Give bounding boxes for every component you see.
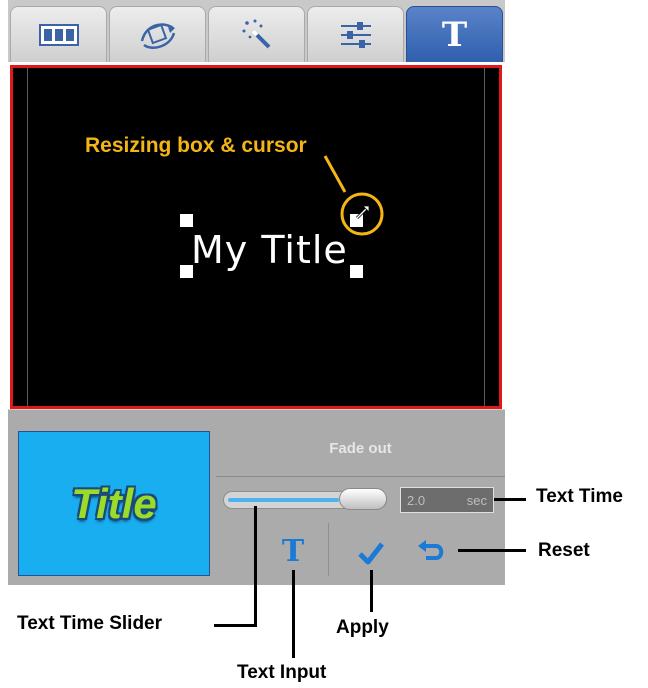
- resize-handle-top-left[interactable]: [180, 214, 193, 227]
- transition-icon: [140, 22, 175, 49]
- button-separator: [328, 523, 329, 576]
- text-time-pointer: [494, 498, 526, 501]
- title-text-overlay[interactable]: My Title: [191, 228, 348, 272]
- text-time-unit: sec: [466, 493, 487, 508]
- text-input-annotation: Text Input: [237, 662, 327, 683]
- slider-pointer-vertical: [254, 506, 257, 626]
- undo-icon: [418, 540, 444, 560]
- panel-divider: [216, 476, 505, 477]
- text-time-slider-annotation: Text Time Slider: [17, 613, 163, 634]
- text-icon: T: [441, 14, 468, 55]
- slider-fill: [228, 498, 339, 502]
- text-time-field[interactable]: 2.0 sec: [400, 487, 494, 513]
- tab-transition[interactable]: [109, 6, 206, 62]
- text-input-icon: T: [281, 533, 305, 569]
- video-preview[interactable]: Resizing box & cursor My Title: [10, 65, 502, 409]
- title-style-thumbnail[interactable]: Title: [18, 431, 210, 576]
- thumbnail-title-text: Title: [71, 479, 157, 527]
- resize-diagonal-icon: [355, 204, 371, 220]
- slider-thumb[interactable]: [339, 488, 387, 510]
- apply-annotation: Apply: [336, 617, 389, 638]
- fade-out-label: Fade out: [329, 440, 392, 457]
- apply-pointer: [370, 570, 373, 612]
- text-input-button[interactable]: T: [276, 533, 310, 569]
- reset-annotation: Reset: [538, 540, 590, 561]
- resize-handle-bottom-right[interactable]: [350, 265, 363, 278]
- text-input-pointer: [292, 570, 295, 658]
- tab-text[interactable]: T: [406, 6, 503, 62]
- sliders-icon: [340, 21, 371, 48]
- reset-button[interactable]: [412, 534, 452, 568]
- tab-effects[interactable]: [208, 6, 305, 62]
- tab-adjust[interactable]: [307, 6, 404, 62]
- slider-pointer-horizontal: [214, 624, 257, 627]
- checkmark-icon: [358, 542, 384, 565]
- magic-wand-icon: [242, 19, 270, 48]
- text-time-value: 2.0: [407, 493, 426, 508]
- filmstrip-icon: [38, 23, 79, 46]
- apply-button[interactable]: [354, 536, 388, 570]
- tab-filmstrip[interactable]: [10, 6, 107, 62]
- reset-pointer: [458, 549, 526, 552]
- text-time-annotation: Text Time: [536, 486, 623, 507]
- tab-bar: T: [8, 0, 505, 62]
